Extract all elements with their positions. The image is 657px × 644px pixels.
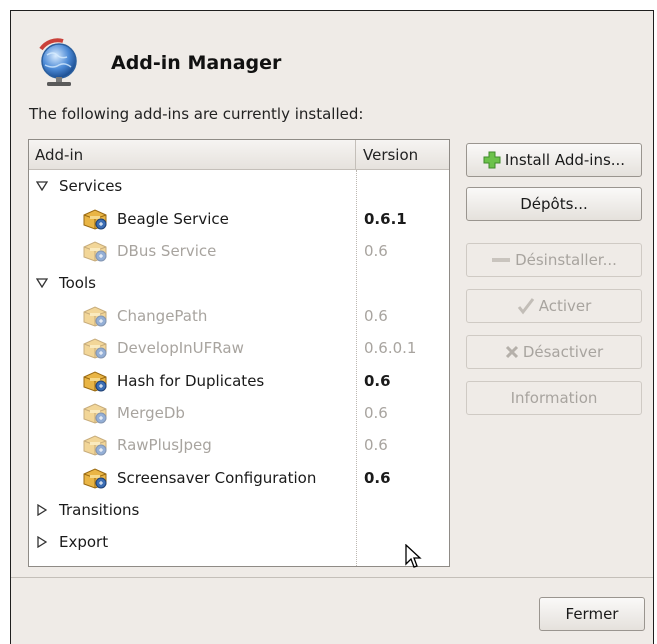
row-label: RawPlusJpeg	[117, 436, 212, 455]
row-label: Beagle Service	[117, 209, 229, 228]
addin-version-cell: 0.6	[364, 436, 388, 455]
list-rows: Services Beagle Service 0.6.1 DBus Service 0…	[29, 170, 449, 559]
package-icon	[81, 433, 109, 457]
tree-group-row[interactable]: Transitions	[29, 494, 449, 526]
addin-name-cell: RawPlusJpeg	[29, 433, 356, 457]
deactivate-button[interactable]: Désactiver	[466, 335, 642, 369]
row-label: DevelopInUFRaw	[117, 339, 244, 358]
addin-version-cell: 0.6.0.1	[364, 339, 417, 358]
mouse-pointer-icon	[405, 544, 422, 568]
repositories-button[interactable]: Dépôts...	[466, 187, 642, 221]
expander-collapsed-icon[interactable]	[35, 503, 49, 517]
x-icon	[505, 345, 519, 359]
column-header-version[interactable]: Version	[356, 140, 449, 169]
globe-addin-icon	[39, 38, 77, 86]
addin-version-cell: 0.6	[364, 468, 391, 487]
row-label: Tools	[59, 274, 96, 293]
addin-tree-list[interactable]: Add-in Version Services Beagle Service 0.6…	[28, 139, 450, 567]
checkmark-icon	[517, 297, 535, 315]
package-icon	[81, 304, 109, 328]
addin-item-row[interactable]: MergeDb 0.6	[29, 397, 449, 429]
installed-subtitle: The following add-ins are currently inst…	[29, 105, 364, 123]
dialog-title: Add-in Manager	[111, 52, 282, 74]
tree-group-row[interactable]: Export	[29, 526, 449, 558]
addin-version-cell: 0.6	[364, 371, 391, 390]
column-header-addin[interactable]: Add-in	[29, 140, 356, 169]
addin-item-row[interactable]: Hash for Duplicates 0.6	[29, 364, 449, 396]
addin-name-cell: DevelopInUFRaw	[29, 336, 356, 360]
addin-name-cell: Export	[29, 533, 356, 551]
plus-icon	[483, 151, 501, 169]
package-icon	[81, 336, 109, 360]
addin-name-cell: DBus Service	[29, 239, 356, 263]
expander-expanded-icon[interactable]	[35, 276, 49, 290]
row-label: Hash for Duplicates	[117, 371, 265, 390]
activate-label: Activer	[538, 297, 592, 315]
package-icon	[81, 401, 109, 425]
dialog-header: Add-in Manager	[33, 35, 281, 91]
install-addins-label: Install Add-ins...	[504, 151, 626, 169]
addin-item-row[interactable]: Screensaver Configuration 0.6	[29, 462, 449, 494]
minus-icon	[491, 255, 511, 265]
information-button[interactable]: Information	[466, 381, 642, 415]
row-label: Export	[59, 533, 109, 552]
add-in-manager-dialog: Add-in Manager The following add-ins are…	[10, 10, 654, 644]
list-header: Add-in Version	[29, 140, 449, 170]
tree-group-row[interactable]: Tools	[29, 267, 449, 299]
package-icon	[81, 239, 109, 263]
repositories-label: Dépôts...	[520, 195, 588, 213]
addin-name-cell: Services	[29, 177, 356, 195]
addin-item-row[interactable]: RawPlusJpeg 0.6	[29, 429, 449, 461]
package-icon	[81, 466, 109, 490]
addin-item-row[interactable]: Beagle Service 0.6.1	[29, 202, 449, 234]
row-label: Transitions	[59, 501, 140, 520]
row-label: Screensaver Configuration	[117, 468, 317, 487]
addin-name-cell: MergeDb	[29, 401, 356, 425]
addin-name-cell: Beagle Service	[29, 207, 356, 231]
addin-name-cell: Hash for Duplicates	[29, 369, 356, 393]
addin-name-cell: ChangePath	[29, 304, 356, 328]
addin-item-row[interactable]: ChangePath 0.6	[29, 300, 449, 332]
dialog-separator	[11, 577, 653, 578]
addin-version-cell: 0.6	[364, 403, 388, 422]
addin-name-cell: Tools	[29, 274, 356, 292]
addin-name-cell: Screensaver Configuration	[29, 466, 356, 490]
uninstall-button[interactable]: Désinstaller...	[466, 243, 642, 277]
addin-item-row[interactable]: DevelopInUFRaw 0.6.0.1	[29, 332, 449, 364]
close-button[interactable]: Fermer	[539, 597, 645, 631]
uninstall-label: Désinstaller...	[515, 251, 617, 269]
tree-group-row[interactable]: Services	[29, 170, 449, 202]
package-icon	[81, 369, 109, 393]
addin-version-cell: 0.6	[364, 241, 388, 260]
addin-version-cell: 0.6	[364, 306, 388, 325]
deactivate-label: Désactiver	[522, 343, 604, 361]
expander-collapsed-icon[interactable]	[35, 535, 49, 549]
information-label: Information	[510, 389, 598, 407]
install-addins-button[interactable]: Install Add-ins...	[466, 143, 642, 177]
row-label: ChangePath	[117, 306, 208, 325]
package-icon	[81, 207, 109, 231]
addin-name-cell: Transitions	[29, 501, 356, 519]
expander-expanded-icon[interactable]	[35, 179, 49, 193]
addin-version-cell: 0.6.1	[364, 209, 407, 228]
close-label: Fermer	[565, 605, 619, 623]
row-label: DBus Service	[117, 241, 217, 260]
activate-button[interactable]: Activer	[466, 289, 642, 323]
row-label: MergeDb	[117, 403, 185, 422]
addin-item-row[interactable]: DBus Service 0.6	[29, 235, 449, 267]
row-label: Services	[59, 177, 123, 196]
